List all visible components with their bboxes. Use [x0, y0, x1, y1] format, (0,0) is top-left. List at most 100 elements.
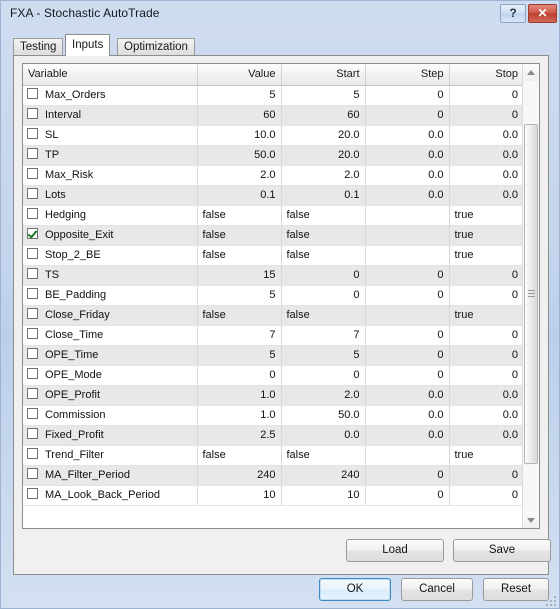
tab-testing[interactable]: Testing	[13, 38, 64, 56]
cell-value[interactable]: 1.0	[197, 385, 282, 406]
tab-optimization[interactable]: Optimization	[117, 38, 195, 56]
table-row[interactable]: SL 10.0 20.0 0.0 0.0	[23, 125, 523, 146]
table-row[interactable]: TP 50.0 20.0 0.0 0.0	[23, 145, 523, 166]
cell-start[interactable]: 50.0	[281, 405, 366, 426]
cell-start[interactable]: 240	[281, 465, 366, 486]
cell-step[interactable]	[365, 305, 450, 326]
cell-start[interactable]: 0	[281, 265, 366, 286]
cell-value[interactable]: 2.5	[197, 425, 282, 446]
cell-stop[interactable]: true	[449, 245, 523, 266]
checkbox-icon[interactable]	[27, 268, 38, 279]
checkbox-icon[interactable]	[27, 188, 38, 199]
cell-stop[interactable]: 0.0	[449, 125, 523, 146]
cell-stop[interactable]: 0.0	[449, 405, 523, 426]
cell-step[interactable]	[365, 225, 450, 246]
scrollbar-thumb[interactable]	[524, 124, 538, 464]
cell-value[interactable]: false	[197, 225, 282, 246]
checkbox-icon[interactable]	[27, 428, 38, 439]
cell-start[interactable]: 0.0	[281, 425, 366, 446]
cell-value[interactable]: 5	[197, 85, 282, 106]
cell-stop[interactable]: true	[449, 225, 523, 246]
cell-step[interactable]: 0.0	[365, 185, 450, 206]
save-button[interactable]: Save	[453, 539, 551, 562]
column-header-stop[interactable]: Stop	[449, 64, 523, 86]
checkbox-icon[interactable]	[27, 88, 38, 99]
cell-value[interactable]: 7	[197, 325, 282, 346]
cell-stop[interactable]: 0	[449, 285, 523, 306]
cell-value[interactable]: false	[197, 305, 282, 326]
table-row[interactable]: Stop_2_BE false false true	[23, 245, 523, 266]
cell-stop[interactable]: 0	[449, 465, 523, 486]
cell-step[interactable]	[365, 205, 450, 226]
cell-value[interactable]: 1.0	[197, 405, 282, 426]
cell-stop[interactable]: true	[449, 205, 523, 226]
table-row[interactable]: MA_Filter_Period 240 240 0 0	[23, 465, 523, 486]
cell-stop[interactable]: 0.0	[449, 385, 523, 406]
cell-step[interactable]: 0	[365, 265, 450, 286]
table-row[interactable]: Trend_Filter false false true	[23, 445, 523, 466]
table-row[interactable]: TS 15 0 0 0	[23, 265, 523, 286]
column-header-step[interactable]: Step	[365, 64, 450, 86]
table-row[interactable]: Max_Orders 5 5 0 0	[23, 85, 523, 106]
table-row[interactable]: Opposite_Exit false false true	[23, 225, 523, 246]
cell-step[interactable]: 0	[365, 365, 450, 386]
cell-start[interactable]: false	[281, 245, 366, 266]
checkbox-icon[interactable]	[27, 468, 38, 479]
cell-stop[interactable]: true	[449, 305, 523, 326]
table-row[interactable]: OPE_Profit 1.0 2.0 0.0 0.0	[23, 385, 523, 406]
table-row[interactable]: Lots 0.1 0.1 0.0 0.0	[23, 185, 523, 206]
cell-value[interactable]: 50.0	[197, 145, 282, 166]
checkbox-checked-icon[interactable]	[27, 228, 38, 239]
table-row[interactable]: Hedging false false true	[23, 205, 523, 226]
cell-stop[interactable]: 0.0	[449, 185, 523, 206]
vertical-scrollbar[interactable]	[522, 64, 539, 528]
cell-stop[interactable]: 0	[449, 265, 523, 286]
checkbox-icon[interactable]	[27, 408, 38, 419]
cell-step[interactable]: 0.0	[365, 385, 450, 406]
cell-start[interactable]: false	[281, 445, 366, 466]
cell-value[interactable]: 240	[197, 465, 282, 486]
checkbox-icon[interactable]	[27, 388, 38, 399]
table-row[interactable]: Fixed_Profit 2.5 0.0 0.0 0.0	[23, 425, 523, 446]
checkbox-icon[interactable]	[27, 208, 38, 219]
load-button[interactable]: Load	[346, 539, 444, 562]
reset-button[interactable]: Reset	[483, 578, 549, 601]
table-row[interactable]: OPE_Mode 0 0 0 0	[23, 365, 523, 386]
ok-button[interactable]: OK	[319, 578, 391, 601]
cell-start[interactable]: 0	[281, 365, 366, 386]
table-row[interactable]: OPE_Time 5 5 0 0	[23, 345, 523, 366]
cell-step[interactable]	[365, 245, 450, 266]
cell-start[interactable]: 10	[281, 485, 366, 506]
cell-stop[interactable]: 0	[449, 85, 523, 106]
cell-value[interactable]: 15	[197, 265, 282, 286]
cell-start[interactable]: 2.0	[281, 385, 366, 406]
table-row[interactable]: Close_Friday false false true	[23, 305, 523, 326]
cell-step[interactable]	[365, 445, 450, 466]
cell-stop[interactable]: 0	[449, 325, 523, 346]
checkbox-icon[interactable]	[27, 368, 38, 379]
table-row[interactable]: MA_Look_Back_Period 10 10 0 0	[23, 485, 523, 506]
cell-step[interactable]: 0	[365, 465, 450, 486]
cell-value[interactable]: 5	[197, 345, 282, 366]
cell-step[interactable]: 0	[365, 345, 450, 366]
cell-value[interactable]: 0.1	[197, 185, 282, 206]
cell-stop[interactable]: 0	[449, 365, 523, 386]
cell-start[interactable]: 2.0	[281, 165, 366, 186]
checkbox-icon[interactable]	[27, 488, 38, 499]
cell-step[interactable]: 0.0	[365, 145, 450, 166]
cell-step[interactable]: 0.0	[365, 405, 450, 426]
cell-start[interactable]: 0	[281, 285, 366, 306]
cell-start[interactable]: 20.0	[281, 145, 366, 166]
cell-step[interactable]: 0.0	[365, 425, 450, 446]
cell-start[interactable]: false	[281, 205, 366, 226]
cell-value[interactable]: false	[197, 245, 282, 266]
cell-value[interactable]: false	[197, 445, 282, 466]
cell-value[interactable]: 10.0	[197, 125, 282, 146]
cell-step[interactable]: 0.0	[365, 165, 450, 186]
cell-start[interactable]: 0.1	[281, 185, 366, 206]
close-icon[interactable]: ✕	[528, 4, 557, 23]
tab-inputs[interactable]: Inputs	[65, 34, 111, 56]
cell-stop[interactable]: 0.0	[449, 165, 523, 186]
cell-value[interactable]: 2.0	[197, 165, 282, 186]
cell-step[interactable]: 0	[365, 105, 450, 126]
